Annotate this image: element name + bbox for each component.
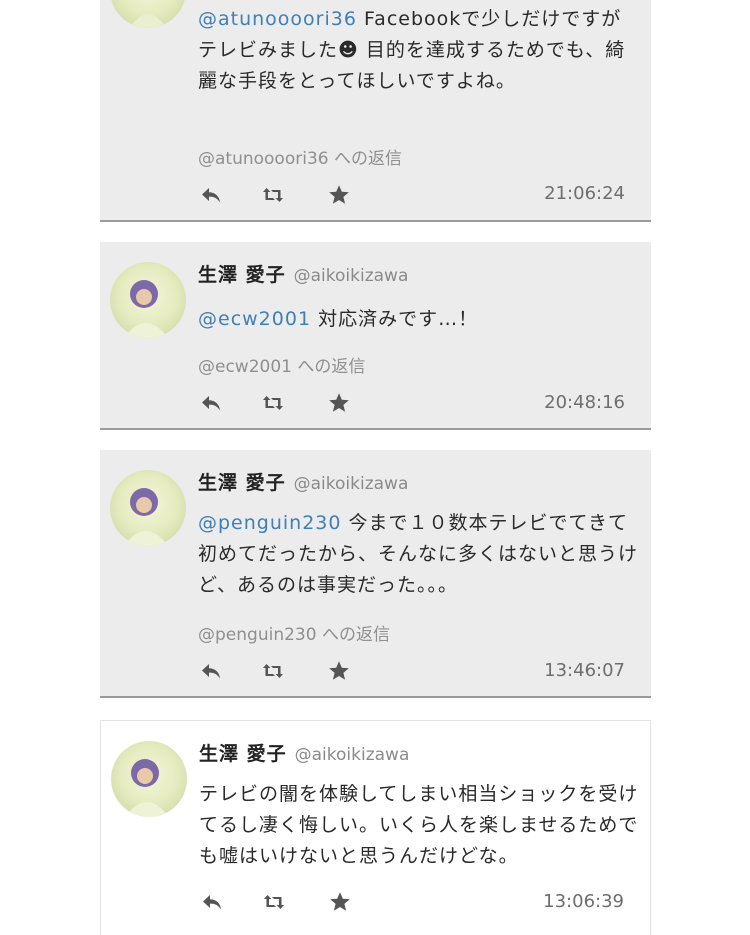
tweet-card[interactable]: 生澤 愛子 @aikoikizawa @penguin230 今まで１０数本テレビ… (100, 450, 651, 698)
star-icon[interactable] (326, 658, 352, 684)
retweet-icon[interactable] (260, 390, 286, 416)
user-handle[interactable]: @aikoikizawa (294, 266, 409, 286)
timeline: @atunoooori36 Facebookで少しだけですがテレビみました☻ 目… (0, 0, 750, 935)
avatar[interactable] (110, 470, 186, 546)
avatar[interactable] (111, 741, 187, 817)
mention-link[interactable]: @atunoooori36 (198, 8, 357, 30)
tweet-time[interactable]: 20:48:16 (544, 392, 625, 413)
reply-to-label[interactable]: @atunoooori36 への返信 (198, 144, 402, 169)
reply-icon[interactable] (198, 182, 224, 208)
star-icon[interactable] (327, 889, 353, 915)
tweet-text: @atunoooori36 Facebookで少しだけですがテレビみました☻ 目… (198, 8, 626, 92)
user-name[interactable]: 生澤 愛子 (198, 472, 286, 494)
reply-icon[interactable] (199, 889, 225, 915)
tweet-card[interactable]: 生澤 愛子 @aikoikizawa テレビの闇を体験してしまい相当ショックを受け… (100, 720, 651, 935)
mention-link[interactable]: @penguin230 (198, 512, 341, 534)
tweet-card[interactable]: 生澤 愛子 @aikoikizawa @ecw2001 対応済みです…！ @ecw… (100, 242, 651, 430)
user-name[interactable]: 生澤 愛子 (199, 743, 287, 765)
retweet-icon[interactable] (261, 889, 287, 915)
mention-link[interactable]: @ecw2001 (198, 308, 311, 330)
tweet-header: 生澤 愛子 @aikoikizawa (198, 260, 408, 287)
tweet-time[interactable]: 13:46:07 (544, 660, 625, 681)
user-name[interactable]: 生澤 愛子 (198, 264, 286, 286)
tweet-text: @ecw2001 対応済みです…！ (198, 308, 479, 330)
retweet-icon[interactable] (260, 182, 286, 208)
tweet-time[interactable]: 21:06:24 (544, 183, 625, 204)
avatar[interactable] (110, 0, 186, 28)
retweet-icon[interactable] (260, 658, 286, 684)
tweet-text: @penguin230 今まで１０数本テレビでてきて初めてだったから、そんなに多… (198, 512, 639, 596)
reply-to-label[interactable]: @ecw2001 への返信 (198, 352, 365, 377)
tweet-header: 生澤 愛子 @aikoikizawa (199, 739, 409, 766)
reply-icon[interactable] (198, 390, 224, 416)
reply-to-label[interactable]: @penguin230 への返信 (198, 620, 390, 645)
reply-icon[interactable] (198, 658, 224, 684)
tweet-time[interactable]: 13:06:39 (543, 891, 624, 912)
user-handle[interactable]: @aikoikizawa (294, 474, 409, 494)
tweet-text: テレビの闇を体験してしまい相当ショックを受けてるし凄く悔しい。いくら人を楽しませ… (199, 783, 639, 867)
user-handle[interactable]: @aikoikizawa (295, 745, 410, 765)
star-icon[interactable] (326, 182, 352, 208)
tweet-header: 生澤 愛子 @aikoikizawa (198, 468, 408, 495)
tweet-card[interactable]: @atunoooori36 Facebookで少しだけですがテレビみました☻ 目… (100, 0, 651, 222)
avatar[interactable] (110, 262, 186, 338)
star-icon[interactable] (326, 390, 352, 416)
